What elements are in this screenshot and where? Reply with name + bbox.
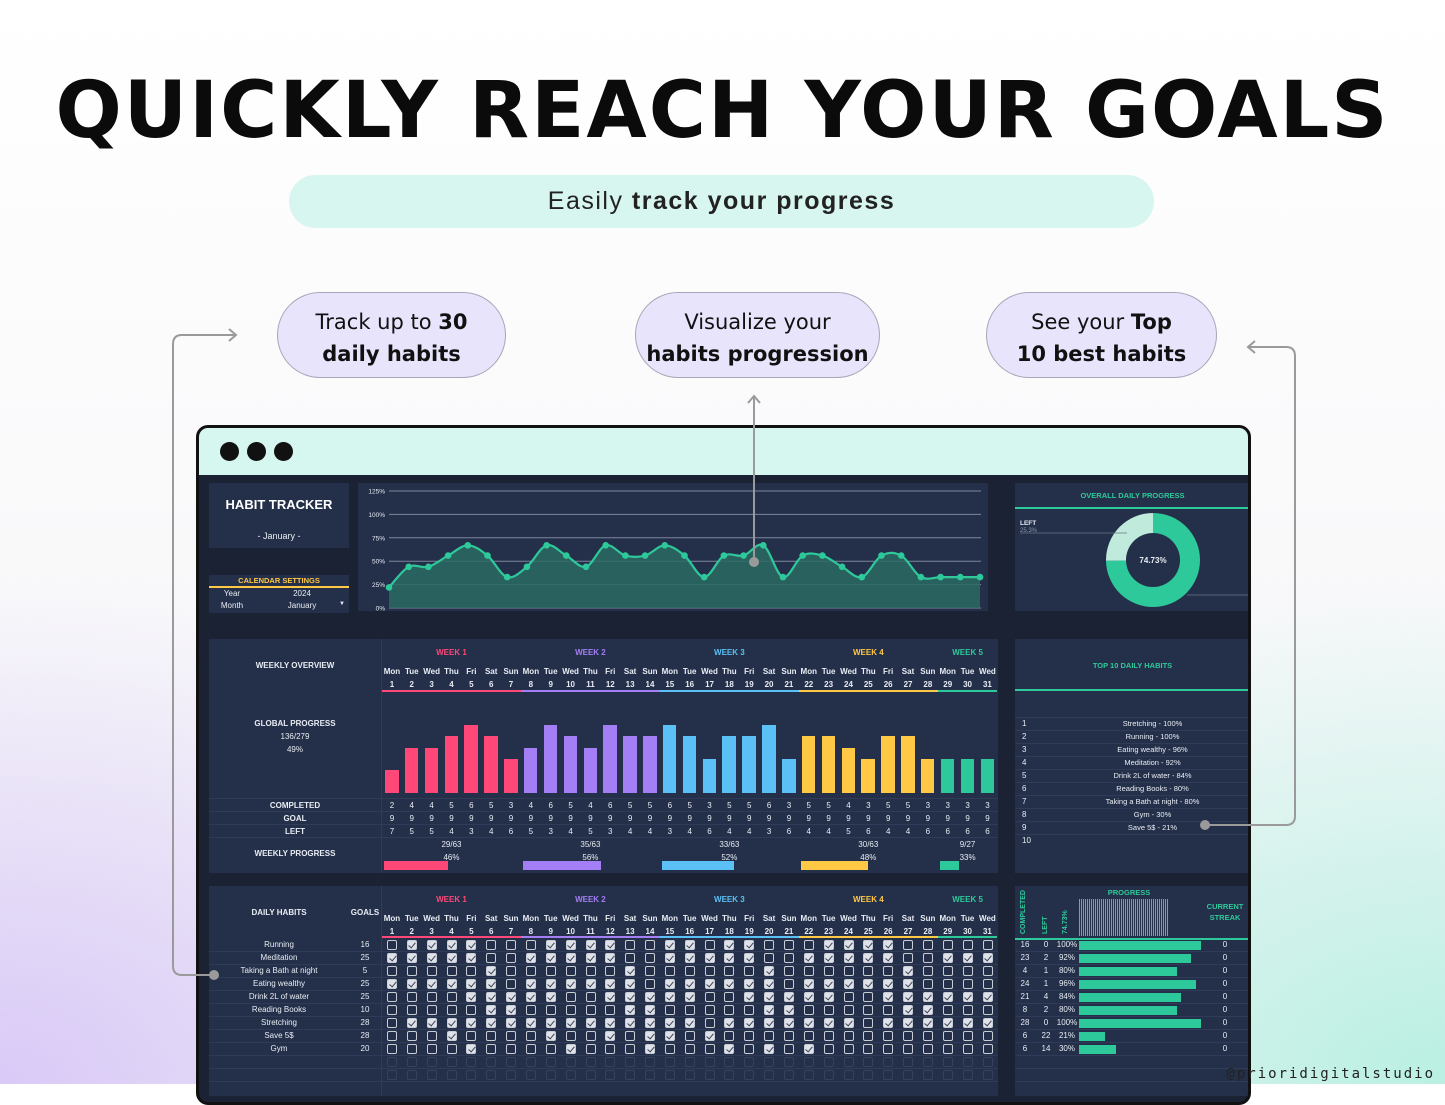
arrow-right-line xyxy=(1205,346,1296,826)
watermark: @prioridigitalstudio xyxy=(1226,1066,1435,1082)
arrow-left-line xyxy=(172,334,235,976)
arrow-dot xyxy=(1200,820,1210,830)
annotation-arrows xyxy=(172,328,1296,980)
arrow-dot xyxy=(209,970,219,980)
arrow-dot xyxy=(749,557,759,567)
